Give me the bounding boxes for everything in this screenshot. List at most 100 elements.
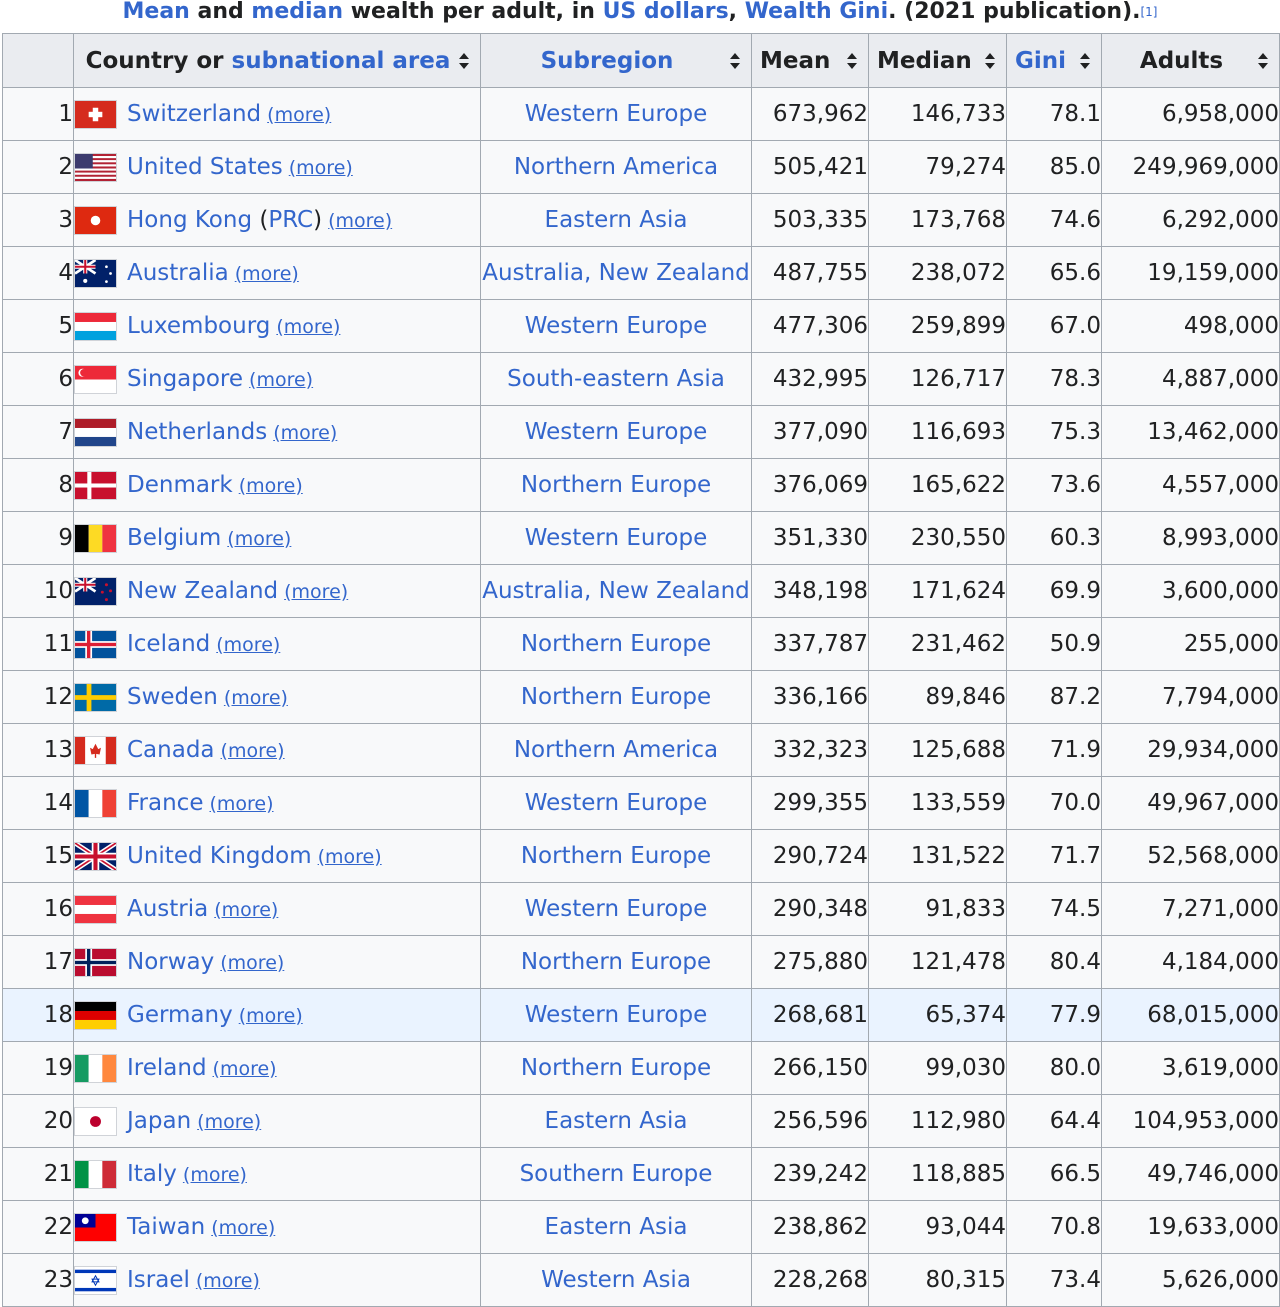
- flag-icon-sg[interactable]: [74, 364, 117, 394]
- country-link[interactable]: Taiwan: [127, 1214, 205, 1240]
- more-link[interactable]: (more): [213, 1058, 277, 1080]
- subregion-cell[interactable]: South-eastern Asia: [480, 352, 752, 406]
- country-link[interactable]: United Kingdom: [127, 843, 312, 869]
- more-link[interactable]: (more): [276, 316, 340, 338]
- subnational-area-link[interactable]: subnational area: [232, 48, 451, 74]
- more-link[interactable]: (more): [227, 528, 291, 550]
- flag-icon-dk[interactable]: [74, 470, 117, 500]
- more-link[interactable]: (more): [235, 263, 299, 285]
- subregion-cell[interactable]: Eastern Asia: [480, 1200, 752, 1254]
- country-link[interactable]: Netherlands: [127, 419, 267, 445]
- country-link[interactable]: Germany: [127, 1002, 233, 1028]
- flag-icon-fr[interactable]: [74, 788, 117, 818]
- country-link[interactable]: Hong Kong: [127, 207, 252, 233]
- country-link[interactable]: France: [127, 790, 203, 816]
- country-link[interactable]: Switzerland: [127, 101, 261, 127]
- flag-icon-ie[interactable]: [74, 1053, 117, 1083]
- more-link[interactable]: (more): [214, 899, 278, 921]
- more-link[interactable]: (more): [221, 740, 285, 762]
- median-link[interactable]: median: [251, 0, 343, 24]
- mean-link[interactable]: Mean: [123, 0, 190, 24]
- flag-icon-nl[interactable]: [74, 417, 117, 447]
- flag-icon-at[interactable]: [74, 894, 117, 924]
- median-column-header[interactable]: Median: [868, 33, 1007, 88]
- more-link[interactable]: (more): [267, 104, 331, 126]
- reference-link[interactable]: [1]: [1140, 5, 1157, 19]
- subregion-cell[interactable]: Northern Europe: [480, 617, 752, 671]
- mean-column-header[interactable]: Mean: [751, 33, 869, 88]
- flag-icon-ch[interactable]: [74, 99, 117, 129]
- sort-icon[interactable]: [729, 52, 741, 70]
- more-link[interactable]: (more): [239, 1005, 303, 1027]
- country-link[interactable]: Japan: [127, 1108, 191, 1134]
- subregion-cell[interactable]: Western Europe: [480, 299, 752, 353]
- country-link[interactable]: Israel: [127, 1267, 190, 1293]
- more-link[interactable]: (more): [220, 952, 284, 974]
- sort-icon[interactable]: [1079, 52, 1091, 70]
- country-link[interactable]: New Zealand: [127, 578, 278, 604]
- country-link[interactable]: Singapore: [127, 366, 243, 392]
- flag-icon-de[interactable]: [74, 1000, 117, 1030]
- flag-icon-se[interactable]: [74, 682, 117, 712]
- subregion-cell[interactable]: Southern Europe: [480, 1147, 752, 1201]
- flag-icon-tw[interactable]: [74, 1212, 117, 1242]
- gini-column-header[interactable]: Gini: [1006, 33, 1102, 88]
- subregion-cell[interactable]: Northern Europe: [480, 935, 752, 989]
- flag-icon-lu[interactable]: [74, 311, 117, 341]
- country-link[interactable]: Luxembourg: [127, 313, 270, 339]
- us-dollars-link[interactable]: US dollars: [603, 0, 729, 24]
- subregion-cell[interactable]: Western Europe: [480, 511, 752, 565]
- gini-link[interactable]: Gini: [1015, 48, 1066, 74]
- subregion-cell[interactable]: Northern Europe: [480, 670, 752, 724]
- more-link[interactable]: (more): [249, 369, 313, 391]
- more-link[interactable]: (more): [211, 1217, 275, 1239]
- country-link[interactable]: Belgium: [127, 525, 221, 551]
- flag-icon-jp[interactable]: [74, 1106, 117, 1136]
- country-link[interactable]: Ireland: [127, 1055, 207, 1081]
- sort-icon[interactable]: [458, 52, 470, 70]
- wealth-gini-link[interactable]: Wealth Gini: [745, 0, 888, 24]
- flag-icon-au[interactable]: [74, 258, 117, 288]
- more-link[interactable]: (more): [328, 210, 392, 232]
- subregion-cell[interactable]: Northern Europe: [480, 458, 752, 512]
- more-link[interactable]: (more): [318, 846, 382, 868]
- subregion-cell[interactable]: Western Europe: [480, 776, 752, 830]
- flag-icon-no[interactable]: [74, 947, 117, 977]
- country-link[interactable]: Norway: [127, 949, 214, 975]
- country-link[interactable]: United States: [127, 154, 283, 180]
- more-link[interactable]: (more): [196, 1270, 260, 1292]
- country-link[interactable]: Italy: [127, 1161, 177, 1187]
- subregion-cell[interactable]: Western Europe: [480, 882, 752, 936]
- more-link[interactable]: (more): [224, 687, 288, 709]
- country-column-header[interactable]: Country or subnational area: [73, 33, 481, 88]
- flag-icon-be[interactable]: [74, 523, 117, 553]
- flag-icon-us[interactable]: [74, 152, 117, 182]
- subregion-cell[interactable]: Northern America: [480, 723, 752, 777]
- adults-column-header[interactable]: Adults: [1101, 33, 1280, 88]
- flag-icon-ca[interactable]: [74, 735, 117, 765]
- country-link[interactable]: Sweden: [127, 684, 218, 710]
- subregion-cell[interactable]: Eastern Asia: [480, 193, 752, 247]
- more-link[interactable]: (more): [239, 475, 303, 497]
- country-link[interactable]: Canada: [127, 737, 215, 763]
- subregion-cell[interactable]: Northern America: [480, 140, 752, 194]
- subregion-cell[interactable]: Western Europe: [480, 87, 752, 141]
- country-link[interactable]: Denmark: [127, 472, 233, 498]
- flag-icon-hk[interactable]: [74, 205, 117, 235]
- more-link[interactable]: (more): [197, 1111, 261, 1133]
- country-link[interactable]: Austria: [127, 896, 208, 922]
- more-link[interactable]: (more): [284, 581, 348, 603]
- flag-icon-is[interactable]: [74, 629, 117, 659]
- subregion-link[interactable]: Subregion: [541, 48, 674, 74]
- subregion-cell[interactable]: Australia, New Zealand: [480, 246, 752, 300]
- flag-icon-il[interactable]: [74, 1265, 117, 1295]
- sort-icon[interactable]: [846, 52, 858, 70]
- flag-icon-it[interactable]: [74, 1159, 117, 1189]
- subregion-cell[interactable]: Western Europe: [480, 405, 752, 459]
- more-link[interactable]: (more): [273, 422, 337, 444]
- sort-icon[interactable]: [1257, 52, 1269, 70]
- more-link[interactable]: (more): [183, 1164, 247, 1186]
- subregion-cell[interactable]: Northern Europe: [480, 1041, 752, 1095]
- more-link[interactable]: (more): [289, 157, 353, 179]
- more-link[interactable]: (more): [209, 793, 273, 815]
